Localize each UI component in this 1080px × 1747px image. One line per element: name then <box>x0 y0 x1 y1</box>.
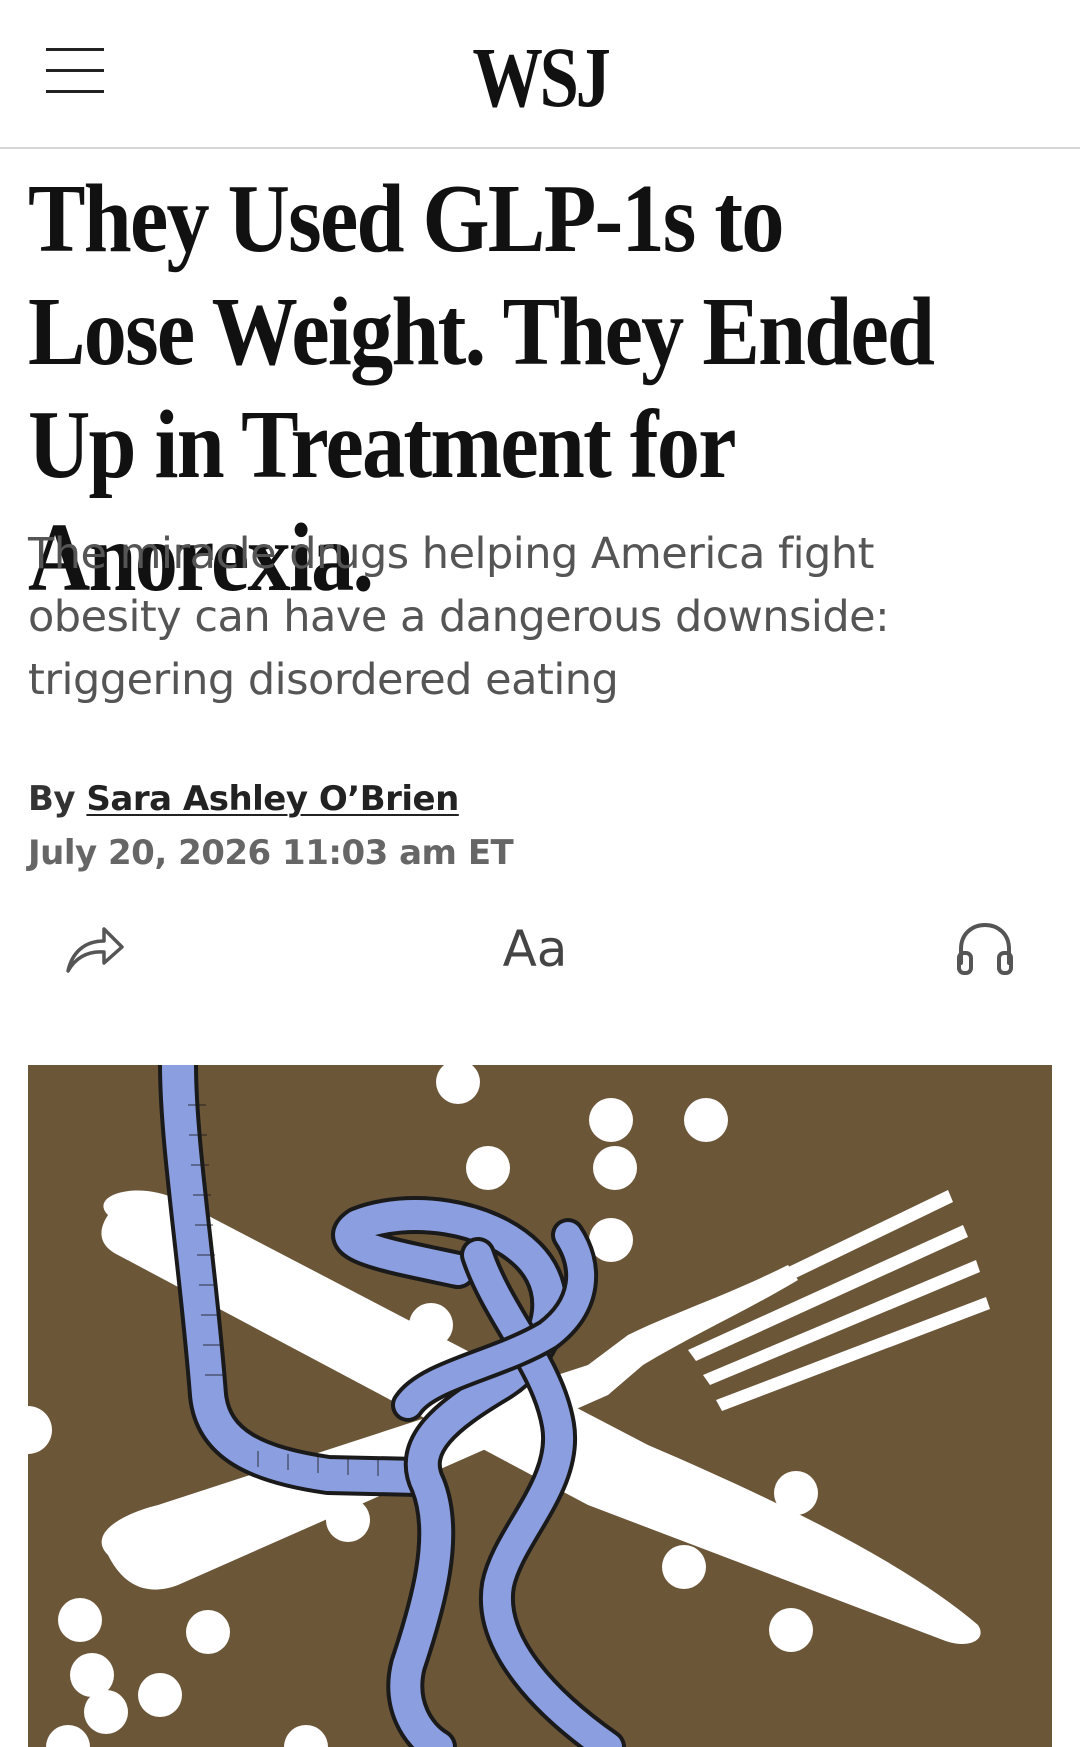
fork-knife-tape-measure-illustration <box>28 1065 1052 1747</box>
headphones-icon <box>957 922 1013 975</box>
menu-line <box>46 48 104 51</box>
listen-button[interactable] <box>950 914 1020 984</box>
article-dek: The miracle drugs helping America fight … <box>28 529 890 705</box>
byline: By Sara Ashley O’Brien <box>28 777 459 821</box>
menu-line <box>46 90 104 93</box>
wsj-logo[interactable]: WSJ <box>97 30 983 124</box>
author-link[interactable]: Sara Ashley O’Brien <box>86 779 459 819</box>
text-size-label: Aa <box>502 920 568 978</box>
byline-prefix: By <box>28 779 87 819</box>
menu-line <box>46 69 104 72</box>
text-size-button[interactable]: Aa <box>490 914 580 984</box>
hero-image <box>28 1065 1052 1747</box>
publish-timestamp: July 20, 2026 11:03 am ET <box>28 833 514 873</box>
site-header: WSJ <box>0 0 1080 149</box>
share-button[interactable] <box>60 914 130 984</box>
share-icon <box>66 927 124 973</box>
